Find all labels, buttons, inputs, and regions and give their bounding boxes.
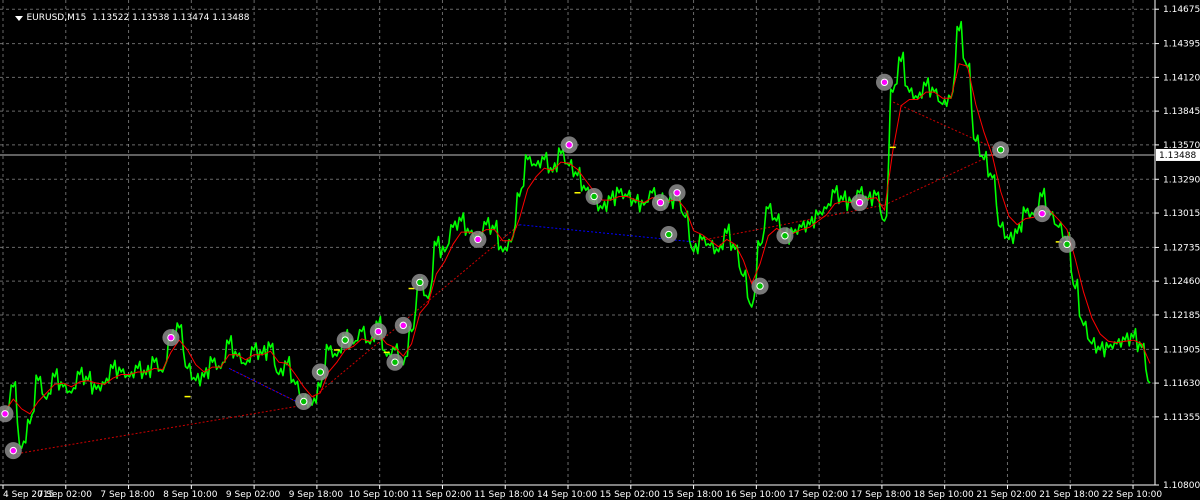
sell-signal-icon xyxy=(416,278,424,287)
sell-signal-icon xyxy=(756,282,764,290)
symbol-label: EURUSD,M15 xyxy=(26,13,87,23)
x-tick-label: 17 Sep 18:00 xyxy=(851,490,911,500)
buy-signal-icon xyxy=(855,198,864,207)
ohlc-values: 1.13522 1.13538 1.13474 1.13488 xyxy=(92,13,250,23)
y-tick-label: 1.14675 xyxy=(1163,5,1200,15)
x-tick-label: 9 Sep 18:00 xyxy=(289,490,344,500)
buy-signal-icon xyxy=(474,235,482,244)
x-tick-label: 7 Sep 02:00 xyxy=(38,490,93,500)
chart-header: EURUSD,M15 1.13522 1.13538 1.13474 1.134… xyxy=(4,3,249,34)
chart-canvas[interactable]: 1.10800 1.11355 1.11630 1.11905 1.12185 1.124… xyxy=(0,0,1200,500)
x-tick-label: 17 Sep 02:00 xyxy=(788,490,848,500)
buy-signal-icon xyxy=(399,321,407,330)
x-tick-label: 18 Sep 10:00 xyxy=(914,490,974,500)
price-series-line xyxy=(4,20,1151,449)
sell-signal-icon xyxy=(316,368,324,376)
sell-signal-icon xyxy=(341,336,349,344)
zigzag-segment xyxy=(892,101,1001,152)
sell-signal-icon xyxy=(665,230,673,239)
buy-signal-icon xyxy=(565,141,573,149)
y-tick-label: 1.12735 xyxy=(1163,243,1200,253)
x-tick-label: 8 Sep 10:00 xyxy=(163,490,218,500)
current-price-label: 1.13488 xyxy=(1159,151,1196,161)
buy-signal-icon xyxy=(656,198,665,207)
x-tick-label: 16 Sep 10:00 xyxy=(725,490,785,500)
buy-signal-icon xyxy=(880,78,889,86)
x-tick-label: 22 Sep 10:00 xyxy=(1102,490,1162,500)
sell-signal-icon xyxy=(781,232,789,240)
buy-signal-icon xyxy=(167,333,175,342)
zigzag-segment xyxy=(13,404,304,455)
chart-window: 1.10800 1.11355 1.11630 1.11905 1.12185 1.124… xyxy=(0,0,1200,500)
buy-signal-icon xyxy=(673,189,681,197)
chevron-down-icon[interactable] xyxy=(15,15,24,21)
y-tick-label: 1.12460 xyxy=(1163,277,1200,287)
x-tick-label: 15 Sep 02:00 xyxy=(600,490,660,500)
buy-signal-icon xyxy=(1038,209,1046,218)
y-tick-label: 1.13015 xyxy=(1163,209,1200,219)
y-tick-label: 1.11630 xyxy=(1163,379,1200,389)
y-tick-label: 1.13845 xyxy=(1163,107,1200,117)
moving-average-line xyxy=(4,63,1151,415)
y-tick-label: 1.14395 xyxy=(1163,40,1200,50)
sell-signal-icon xyxy=(996,146,1005,154)
y-tick-label: 1.14120 xyxy=(1163,73,1200,83)
x-tick-label: 11 Sep 18:00 xyxy=(474,490,534,500)
buy-signal-icon xyxy=(9,446,17,455)
buy-signal-icon xyxy=(1,410,9,418)
x-tick-label: 21 Sep 02:00 xyxy=(976,490,1036,500)
x-tick-label: 7 Sep 18:00 xyxy=(100,490,155,500)
x-tick-label: 15 Sep 18:00 xyxy=(663,490,723,500)
y-tick-label: 1.10800 xyxy=(1163,481,1200,491)
y-tick-label: 1.13290 xyxy=(1163,175,1200,185)
y-tick-label: 1.11905 xyxy=(1163,345,1200,355)
sell-signal-icon xyxy=(1063,240,1071,249)
x-tick-label: 14 Sep 10:00 xyxy=(537,490,597,500)
buy-signal-icon xyxy=(374,327,383,336)
sell-signal-icon xyxy=(391,358,399,366)
sell-signal-icon xyxy=(299,397,308,406)
y-tick-label: 1.11355 xyxy=(1163,413,1200,423)
x-tick-label: 9 Sep 02:00 xyxy=(226,490,281,500)
sell-signal-icon xyxy=(590,192,598,201)
x-tick-label: 21 Sep 18:00 xyxy=(1039,490,1099,500)
x-tick-label: 11 Sep 02:00 xyxy=(411,490,471,500)
x-tick-label: 10 Sep 10:00 xyxy=(349,490,409,500)
y-tick-label: 1.12185 xyxy=(1163,311,1200,321)
